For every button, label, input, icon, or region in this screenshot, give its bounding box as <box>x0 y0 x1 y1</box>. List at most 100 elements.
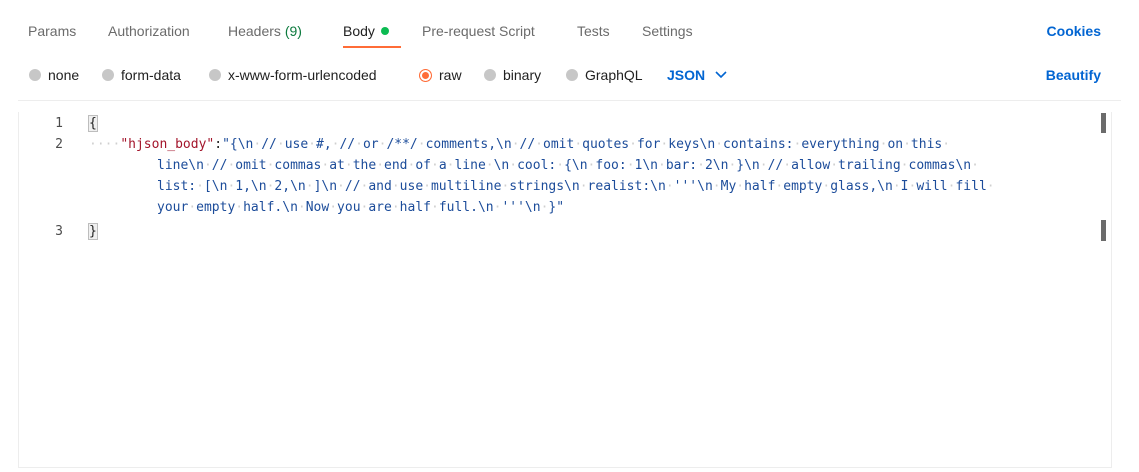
whitespace-dot: · <box>728 158 737 173</box>
radio-binary-label: binary <box>503 67 542 83</box>
tab-settings[interactable]: Settings <box>642 23 693 39</box>
body-active-dot-icon <box>380 27 389 35</box>
whitespace-dot: · <box>629 137 637 152</box>
whitespace-dot: · <box>736 179 745 194</box>
whitespace-dot: · <box>947 179 956 194</box>
whitespace-dot: · <box>493 200 502 215</box>
code-line-2-wrap: line\n·//·omit·commas·at·the·end·of·a·li… <box>157 158 979 173</box>
active-tab-indicator <box>343 46 401 48</box>
whitespace-dot: · <box>337 179 345 194</box>
tab-tests[interactable]: Tests <box>577 23 610 39</box>
whitespace-dot: · <box>971 158 979 173</box>
whitespace-dot: · <box>665 179 674 194</box>
whitespace-dot: · <box>822 179 831 194</box>
code-line-3: } <box>88 221 98 242</box>
whitespace-dot: · <box>793 137 802 152</box>
scrollbar-marker[interactable] <box>1101 113 1106 133</box>
radio-raw-selected-icon <box>419 68 432 82</box>
radio-form-data-circle-icon <box>102 69 114 81</box>
whitespace-dot: · <box>227 158 236 173</box>
whitespace-dot: · <box>391 200 400 215</box>
close-brace: } <box>88 223 98 240</box>
whitespace-dot: · <box>903 137 911 152</box>
whitespace-dot: · <box>783 158 792 173</box>
whitespace-dot: · <box>430 200 439 215</box>
whitespace-dot: · <box>509 158 518 173</box>
radio-graphql-circle-icon <box>566 69 578 81</box>
whitespace-dot: · <box>712 179 721 194</box>
whitespace-dot: · <box>759 158 768 173</box>
radio-raw-label: raw <box>439 67 462 83</box>
whitespace-dot: · <box>775 179 784 194</box>
whitespace-dot: · <box>660 137 669 152</box>
whitespace-dot: · <box>942 137 951 152</box>
whitespace-dot: · <box>501 179 510 194</box>
tab-prerequest-script[interactable]: Pre-request Script <box>422 23 535 39</box>
tab-body-label: Body <box>343 23 375 39</box>
whitespace-dot: · <box>321 158 330 173</box>
whitespace-dot: · <box>378 137 387 152</box>
radio-binary[interactable]: binary <box>484 67 541 83</box>
whitespace-dot: · <box>900 158 909 173</box>
radio-graphql[interactable]: GraphQL <box>566 67 643 83</box>
radio-none[interactable]: none <box>29 67 79 83</box>
whitespace-dot: · <box>331 137 340 152</box>
radio-raw[interactable]: raw <box>419 67 462 83</box>
whitespace-dot: · <box>892 179 901 194</box>
whitespace-dot: · <box>556 158 565 173</box>
tab-headers[interactable]: Headers (9) <box>228 23 302 39</box>
line-number: 1 <box>55 116 63 131</box>
whitespace-dot: · <box>407 158 416 173</box>
whitespace-dot: · <box>697 158 705 173</box>
chevron-down-icon <box>715 71 727 79</box>
line-number: 3 <box>55 224 63 239</box>
indent-whitespace: ···· <box>89 137 121 152</box>
radio-urlencoded-circle-icon <box>209 69 221 81</box>
format-select-label: JSON <box>667 67 706 83</box>
whitespace-dot: · <box>430 158 439 173</box>
json-key: "hjson_body" <box>120 137 215 152</box>
tab-authorization[interactable]: Authorization <box>108 23 190 39</box>
whitespace-dot: · <box>446 158 455 173</box>
whitespace-dot: · <box>308 137 316 152</box>
radio-urlencoded[interactable]: x-www-form-urlencoded <box>209 67 377 83</box>
body-mode-options: none form-data x-www-form-urlencoded raw… <box>0 62 1139 92</box>
tab-body[interactable]: Body <box>343 23 389 39</box>
whitespace-dot: · <box>355 137 363 152</box>
whitespace-dot: · <box>879 137 888 152</box>
radio-none-label: none <box>48 67 80 83</box>
whitespace-dot: · <box>485 158 494 173</box>
radio-form-data[interactable]: form-data <box>102 67 181 83</box>
radio-urlencoded-label: x-www-form-urlencoded <box>228 67 377 83</box>
whitespace-dot: · <box>276 137 285 152</box>
radio-graphql-label: GraphQL <box>585 67 643 83</box>
cookies-link[interactable]: Cookies <box>1047 23 1101 39</box>
whitespace-dot: · <box>227 179 236 194</box>
code-editor[interactable]: 1 2 3 { ····"hjson_body":"{\n·//·use·#,·… <box>18 112 1112 468</box>
whitespace-dot: · <box>329 200 338 215</box>
whitespace-dot: · <box>297 200 306 215</box>
line-number: 2 <box>55 137 63 152</box>
whitespace-dot: · <box>540 200 549 215</box>
whitespace-dot: · <box>715 137 724 152</box>
format-select[interactable]: JSON <box>667 67 727 83</box>
whitespace-dot: · <box>417 137 426 152</box>
beautify-button[interactable]: Beautify <box>1046 67 1101 83</box>
whitespace-dot: · <box>188 200 197 215</box>
whitespace-dot: · <box>305 179 314 194</box>
json-colon: : <box>214 137 223 152</box>
scrollbar-marker[interactable] <box>1101 220 1106 241</box>
whitespace-dot: · <box>344 158 353 173</box>
whitespace-dot: · <box>626 158 635 173</box>
tab-params[interactable]: Params <box>28 23 76 39</box>
whitespace-dot: · <box>196 179 204 194</box>
whitespace-dot: · <box>391 179 400 194</box>
whitespace-dot: · <box>587 158 596 173</box>
whitespace-dot: · <box>511 137 520 152</box>
whitespace-dot: · <box>535 137 543 152</box>
whitespace-dot: · <box>203 158 212 173</box>
whitespace-dot: · <box>986 179 995 194</box>
whitespace-dot: · <box>658 158 666 173</box>
whitespace-dot: · <box>376 158 385 173</box>
whitespace-dot: · <box>908 179 917 194</box>
